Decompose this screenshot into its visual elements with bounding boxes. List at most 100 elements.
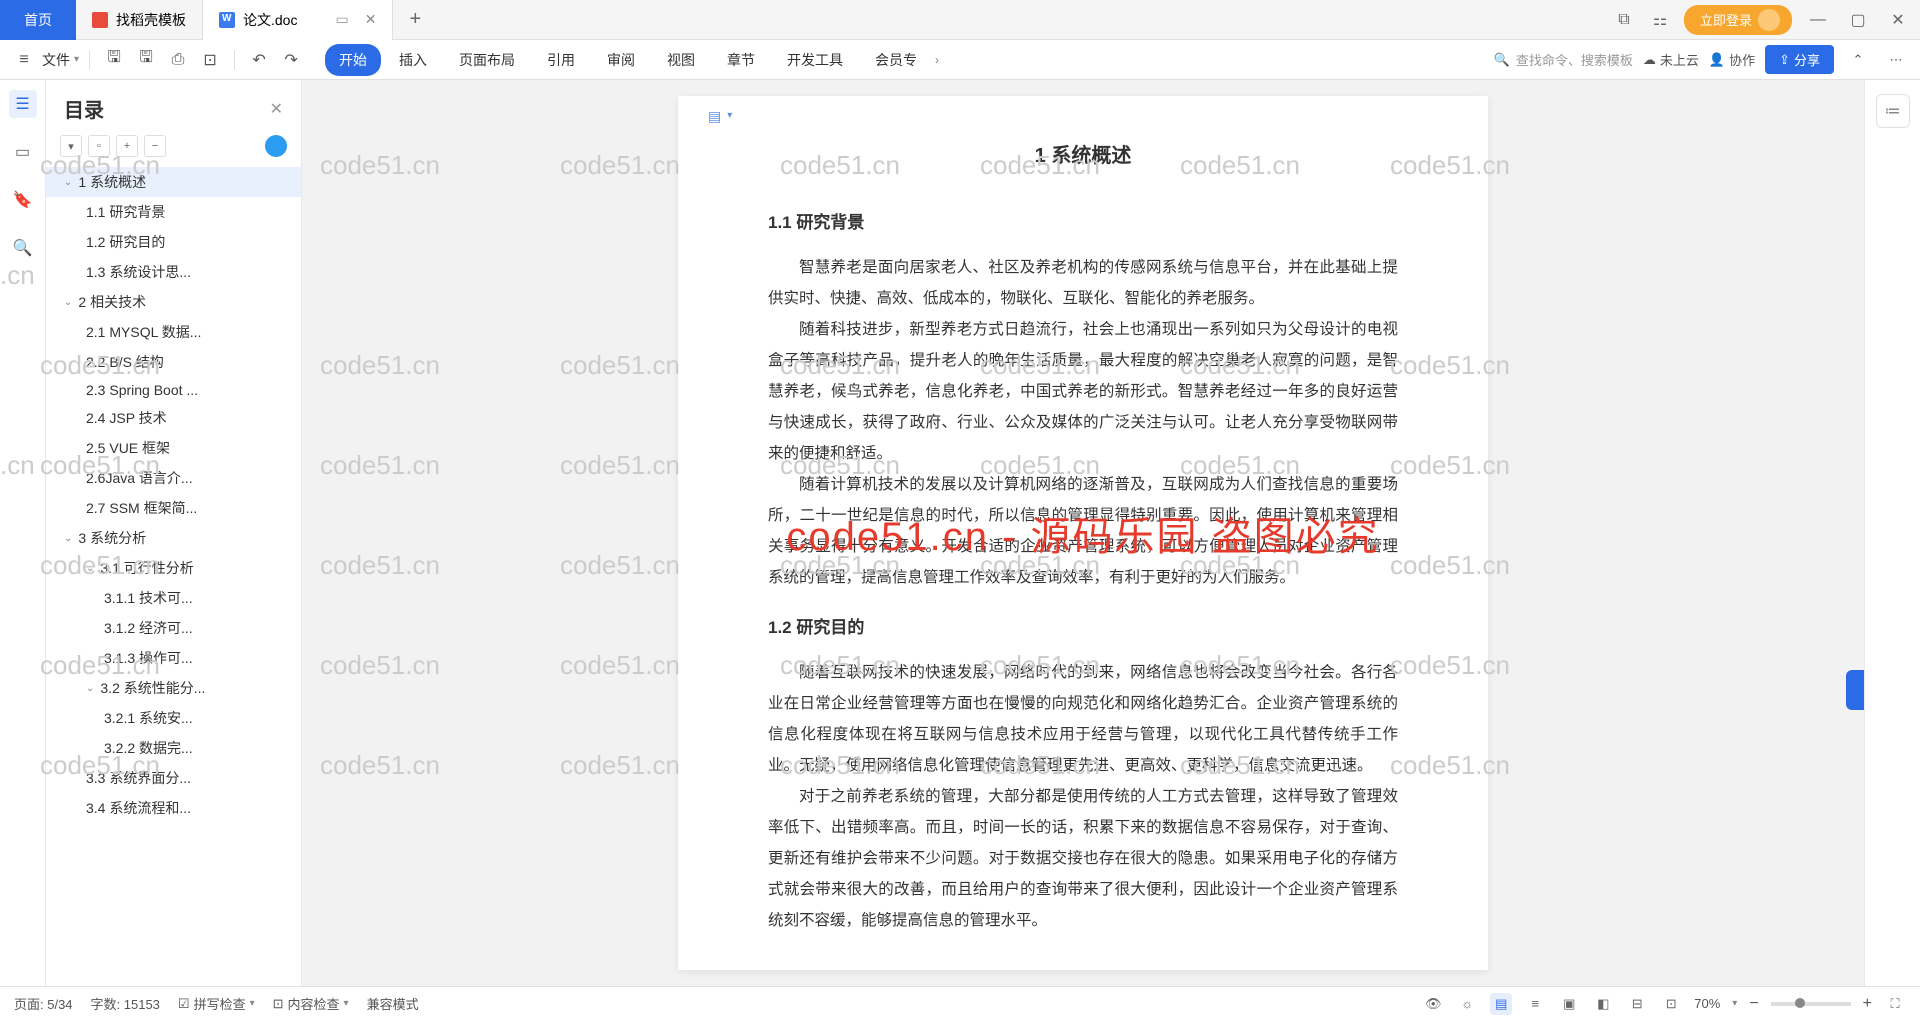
chevron-down-icon: ⌄ bbox=[64, 533, 72, 544]
file-menu[interactable]: 文件 bbox=[42, 50, 70, 70]
close-icon[interactable]: ✕ bbox=[270, 99, 283, 119]
collapse-ribbon-icon[interactable]: ⌃ bbox=[1844, 46, 1872, 74]
outline-item[interactable]: 3.3 系统界面分... bbox=[46, 763, 301, 793]
outline-item[interactable]: 2.5 VUE 框架 bbox=[46, 433, 301, 463]
eye-icon[interactable]: 👁 bbox=[1422, 993, 1444, 1015]
maximize-button[interactable]: ▢ bbox=[1844, 6, 1872, 34]
menu-view[interactable]: 视图 bbox=[653, 44, 709, 76]
tab-document[interactable]: 论文.doc▭✕ bbox=[203, 0, 393, 40]
outline-item[interactable]: 2.1 MYSQL 数据... bbox=[46, 317, 301, 347]
login-label: 立即登录 bbox=[1700, 10, 1752, 29]
bookmark-icon[interactable]: 🔖 bbox=[9, 186, 37, 214]
page-count[interactable]: 页面: 5/34 bbox=[14, 994, 73, 1013]
outline-item[interactable]: 3.1.3 操作可... bbox=[46, 643, 301, 673]
add-button[interactable]: + bbox=[116, 135, 138, 157]
layout-icon[interactable]: ⧉ bbox=[1612, 8, 1636, 32]
chevron-down-icon: ⌄ bbox=[86, 683, 94, 694]
share-button[interactable]: ⇪分享 bbox=[1765, 45, 1834, 74]
preview-icon[interactable]: ⊡ bbox=[196, 46, 224, 74]
collapse-all-button[interactable]: ▾ bbox=[60, 135, 82, 157]
view-page-icon[interactable]: ▤ bbox=[1490, 993, 1512, 1015]
assist-icon[interactable] bbox=[265, 135, 287, 157]
outline-label: 3.1.3 操作可... bbox=[104, 648, 193, 668]
expand-button[interactable]: ▫ bbox=[88, 135, 110, 157]
marker-icon[interactable]: ▭ bbox=[9, 138, 37, 166]
outline-item[interactable]: ⌄2 相关技术 bbox=[46, 287, 301, 317]
menu-review[interactable]: 审阅 bbox=[593, 44, 649, 76]
outline-list[interactable]: ⌄1 系统概述1.1 研究背景1.2 研究目的1.3 系统设计思...⌄2 相关… bbox=[46, 167, 301, 986]
content-check-button[interactable]: ⊡内容检查▾ bbox=[273, 994, 349, 1013]
page-indicator[interactable]: ▤▾ bbox=[708, 102, 732, 130]
zoom-value[interactable]: 70% bbox=[1694, 996, 1720, 1011]
spellcheck-button[interactable]: ☑拼写检查▾ bbox=[178, 994, 255, 1013]
minimize-button[interactable]: — bbox=[1804, 6, 1832, 34]
cloud-status[interactable]: ☁未上云 bbox=[1643, 50, 1699, 69]
outline-item[interactable]: 1.2 研究目的 bbox=[46, 227, 301, 257]
menu-start[interactable]: 开始 bbox=[325, 44, 381, 76]
outline-label: 3.2.2 数据完... bbox=[104, 738, 193, 758]
outline-item[interactable]: 3.2.1 系统安... bbox=[46, 703, 301, 733]
zoom-fit-icon[interactable]: ⊡ bbox=[1660, 993, 1682, 1015]
zoom-in-button[interactable]: + bbox=[1863, 995, 1872, 1013]
menu-pagelayout[interactable]: 页面布局 bbox=[445, 44, 529, 76]
outline-item[interactable]: 2.6Java 语言介... bbox=[46, 463, 301, 493]
outline-item[interactable]: ⌄3.2 系统性能分... bbox=[46, 673, 301, 703]
redo-icon[interactable]: ↷ bbox=[277, 46, 305, 74]
screen-icon[interactable]: ▭ bbox=[335, 11, 348, 28]
outline-item[interactable]: 3.4 系统流程和... bbox=[46, 793, 301, 823]
document-area[interactable]: ▤▾ 1 系统概述 1.1 研究背景 智慧养老是面向居家老人、社区及养老机构的传… bbox=[302, 80, 1864, 986]
title-tabbar: 首页 找稻壳模板 论文.doc▭✕ + ⧉ ⚏ 立即登录 — ▢ ✕ bbox=[0, 0, 1920, 40]
close-button[interactable]: ✕ bbox=[1884, 6, 1912, 34]
outline-item[interactable]: ⌄1 系统概述 bbox=[46, 167, 301, 197]
outline-item[interactable]: 3.2.2 数据完... bbox=[46, 733, 301, 763]
remove-button[interactable]: − bbox=[144, 135, 166, 157]
view-web-icon[interactable]: ◧ bbox=[1592, 993, 1614, 1015]
save-as-icon[interactable]: 🖫 bbox=[132, 46, 160, 74]
outline-item[interactable]: 1.1 研究背景 bbox=[46, 197, 301, 227]
compat-mode[interactable]: 兼容模式 bbox=[367, 994, 419, 1013]
heading-2: 1.1 研究背景 bbox=[768, 206, 1398, 240]
word-count[interactable]: 字数: 15153 bbox=[91, 994, 160, 1013]
outline-item[interactable]: 3.1.1 技术可... bbox=[46, 583, 301, 613]
close-icon[interactable]: ✕ bbox=[365, 11, 377, 28]
apps-icon[interactable]: ⚏ bbox=[1648, 8, 1672, 32]
outline-item[interactable]: 3.1.2 经济可... bbox=[46, 613, 301, 643]
outline-item[interactable]: 2.4 JSP 技术 bbox=[46, 403, 301, 433]
view-outline-icon[interactable]: ≡ bbox=[1524, 993, 1546, 1015]
panel-toggle-icon[interactable]: ≔ bbox=[1876, 94, 1910, 128]
menu-devtools[interactable]: 开发工具 bbox=[773, 44, 857, 76]
outline-item[interactable]: ⌄3 系统分析 bbox=[46, 523, 301, 553]
more-icon[interactable]: ⋯ bbox=[1882, 46, 1910, 74]
find-icon[interactable]: 🔍 bbox=[9, 234, 37, 262]
save-icon[interactable]: 🖫 bbox=[100, 46, 128, 74]
outline-item[interactable]: ⌄3.1 可行性分析 bbox=[46, 553, 301, 583]
check-icon: ☑ bbox=[178, 996, 190, 1012]
tab-template[interactable]: 找稻壳模板 bbox=[76, 0, 203, 40]
menu-icon[interactable]: ≡ bbox=[10, 46, 38, 74]
outline-item[interactable]: 2.3 Spring Boot ... bbox=[46, 377, 301, 403]
menu-insert[interactable]: 插入 bbox=[385, 44, 441, 76]
collab-button[interactable]: 👤协作 bbox=[1709, 50, 1755, 69]
view-read-icon[interactable]: ▣ bbox=[1558, 993, 1580, 1015]
login-button[interactable]: 立即登录 bbox=[1684, 5, 1792, 35]
outline-panel: 目录 ✕ ▾ ▫ + − ⌄1 系统概述1.1 研究背景1.2 研究目的1.3 … bbox=[46, 80, 302, 986]
add-tab-button[interactable]: + bbox=[393, 8, 437, 31]
print-icon[interactable]: ⎙ bbox=[164, 46, 192, 74]
menu-member[interactable]: 会员专 bbox=[861, 44, 931, 76]
menu-chapter[interactable]: 章节 bbox=[713, 44, 769, 76]
outline-item[interactable]: 2.2 B/S 结构 bbox=[46, 347, 301, 377]
feedback-tab[interactable] bbox=[1846, 670, 1864, 710]
menu-references[interactable]: 引用 bbox=[533, 44, 589, 76]
left-rail: ☰ ▭ 🔖 🔍 bbox=[0, 80, 46, 986]
outline-item[interactable]: 2.7 SSM 框架简... bbox=[46, 493, 301, 523]
outline-item[interactable]: 1.3 系统设计思... bbox=[46, 257, 301, 287]
ruler-icon[interactable]: ⊟ bbox=[1626, 993, 1648, 1015]
fullscreen-icon[interactable]: ⛶ bbox=[1884, 993, 1906, 1015]
tab-home[interactable]: 首页 bbox=[0, 0, 76, 40]
undo-icon[interactable]: ↶ bbox=[245, 46, 273, 74]
zoom-out-button[interactable]: − bbox=[1749, 995, 1758, 1013]
outline-icon[interactable]: ☰ bbox=[9, 90, 37, 118]
zoom-slider[interactable] bbox=[1771, 1002, 1851, 1006]
search-input[interactable]: 🔍查找命令、搜索模板 bbox=[1494, 50, 1633, 69]
sun-icon[interactable]: ☼ bbox=[1456, 993, 1478, 1015]
